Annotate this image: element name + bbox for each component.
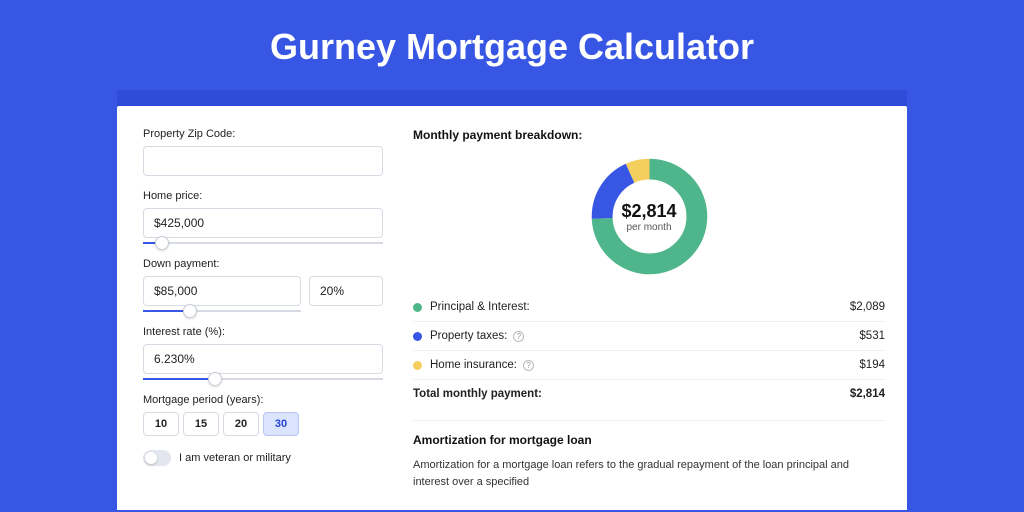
legend-row-total: Total monthly payment: $2,814 xyxy=(413,380,885,408)
legend-label: Home insurance: xyxy=(430,359,517,371)
info-icon[interactable]: ? xyxy=(523,360,534,371)
legend-amount: $194 xyxy=(859,359,885,371)
page-title: Gurney Mortgage Calculator xyxy=(0,0,1024,90)
payment-donut-chart: $2,814 per month xyxy=(587,154,712,279)
amortization-text: Amortization for a mortgage loan refers … xyxy=(413,457,885,490)
legend-amount: $531 xyxy=(859,330,885,342)
slider-thumb[interactable] xyxy=(208,372,222,386)
period-field: Mortgage period (years): 10 15 20 30 xyxy=(143,394,383,436)
period-option-15[interactable]: 15 xyxy=(183,412,219,436)
donut-center-sub: per month xyxy=(626,222,671,233)
amortization-title: Amortization for mortgage loan xyxy=(413,433,885,447)
veteran-label: I am veteran or military xyxy=(179,452,291,464)
period-option-20[interactable]: 20 xyxy=(223,412,259,436)
period-option-30[interactable]: 30 xyxy=(263,412,299,436)
home-price-input[interactable] xyxy=(143,208,383,238)
legend: Principal & Interest: $2,089 Property ta… xyxy=(413,293,885,408)
amortization-section: Amortization for mortgage loan Amortizat… xyxy=(413,420,885,490)
inputs-panel: Property Zip Code: Home price: Down paym… xyxy=(143,128,383,510)
legend-dot xyxy=(413,361,422,370)
period-label: Mortgage period (years): xyxy=(143,394,383,406)
legend-row-taxes: Property taxes: ? $531 xyxy=(413,322,885,351)
interest-slider[interactable] xyxy=(143,378,383,380)
legend-label: Principal & Interest: xyxy=(430,301,530,313)
down-payment-field: Down payment: xyxy=(143,258,383,312)
info-icon[interactable]: ? xyxy=(513,331,524,342)
down-payment-label: Down payment: xyxy=(143,258,383,270)
zip-field: Property Zip Code: xyxy=(143,128,383,176)
legend-label: Property taxes: xyxy=(430,330,507,342)
donut-wrap: $2,814 per month xyxy=(413,154,885,279)
down-payment-input[interactable] xyxy=(143,276,301,306)
down-payment-slider[interactable] xyxy=(143,310,301,312)
home-price-field: Home price: xyxy=(143,190,383,244)
interest-input[interactable] xyxy=(143,344,383,374)
legend-total-amount: $2,814 xyxy=(850,388,885,400)
legend-row-insurance: Home insurance: ? $194 xyxy=(413,351,885,380)
interest-label: Interest rate (%): xyxy=(143,326,383,338)
down-payment-pct-input[interactable] xyxy=(309,276,383,306)
legend-amount: $2,089 xyxy=(850,301,885,313)
zip-label: Property Zip Code: xyxy=(143,128,383,140)
veteran-row: I am veteran or military xyxy=(143,450,383,466)
period-options: 10 15 20 30 xyxy=(143,412,383,436)
home-price-slider[interactable] xyxy=(143,242,383,244)
donut-center-value: $2,814 xyxy=(621,201,676,222)
legend-dot xyxy=(413,303,422,312)
slider-thumb[interactable] xyxy=(183,304,197,318)
card-backdrop: Property Zip Code: Home price: Down paym… xyxy=(117,90,907,510)
zip-input[interactable] xyxy=(143,146,383,176)
period-option-10[interactable]: 10 xyxy=(143,412,179,436)
slider-thumb[interactable] xyxy=(155,236,169,250)
donut-center: $2,814 per month xyxy=(587,154,712,279)
veteran-toggle[interactable] xyxy=(143,450,171,466)
legend-row-principal: Principal & Interest: $2,089 xyxy=(413,293,885,322)
breakdown-panel: Monthly payment breakdown: $2,814 per mo… xyxy=(413,128,885,510)
legend-dot xyxy=(413,332,422,341)
home-price-label: Home price: xyxy=(143,190,383,202)
interest-field: Interest rate (%): xyxy=(143,326,383,380)
breakdown-title: Monthly payment breakdown: xyxy=(413,128,885,142)
calculator-card: Property Zip Code: Home price: Down paym… xyxy=(117,106,907,510)
legend-total-label: Total monthly payment: xyxy=(413,388,542,400)
